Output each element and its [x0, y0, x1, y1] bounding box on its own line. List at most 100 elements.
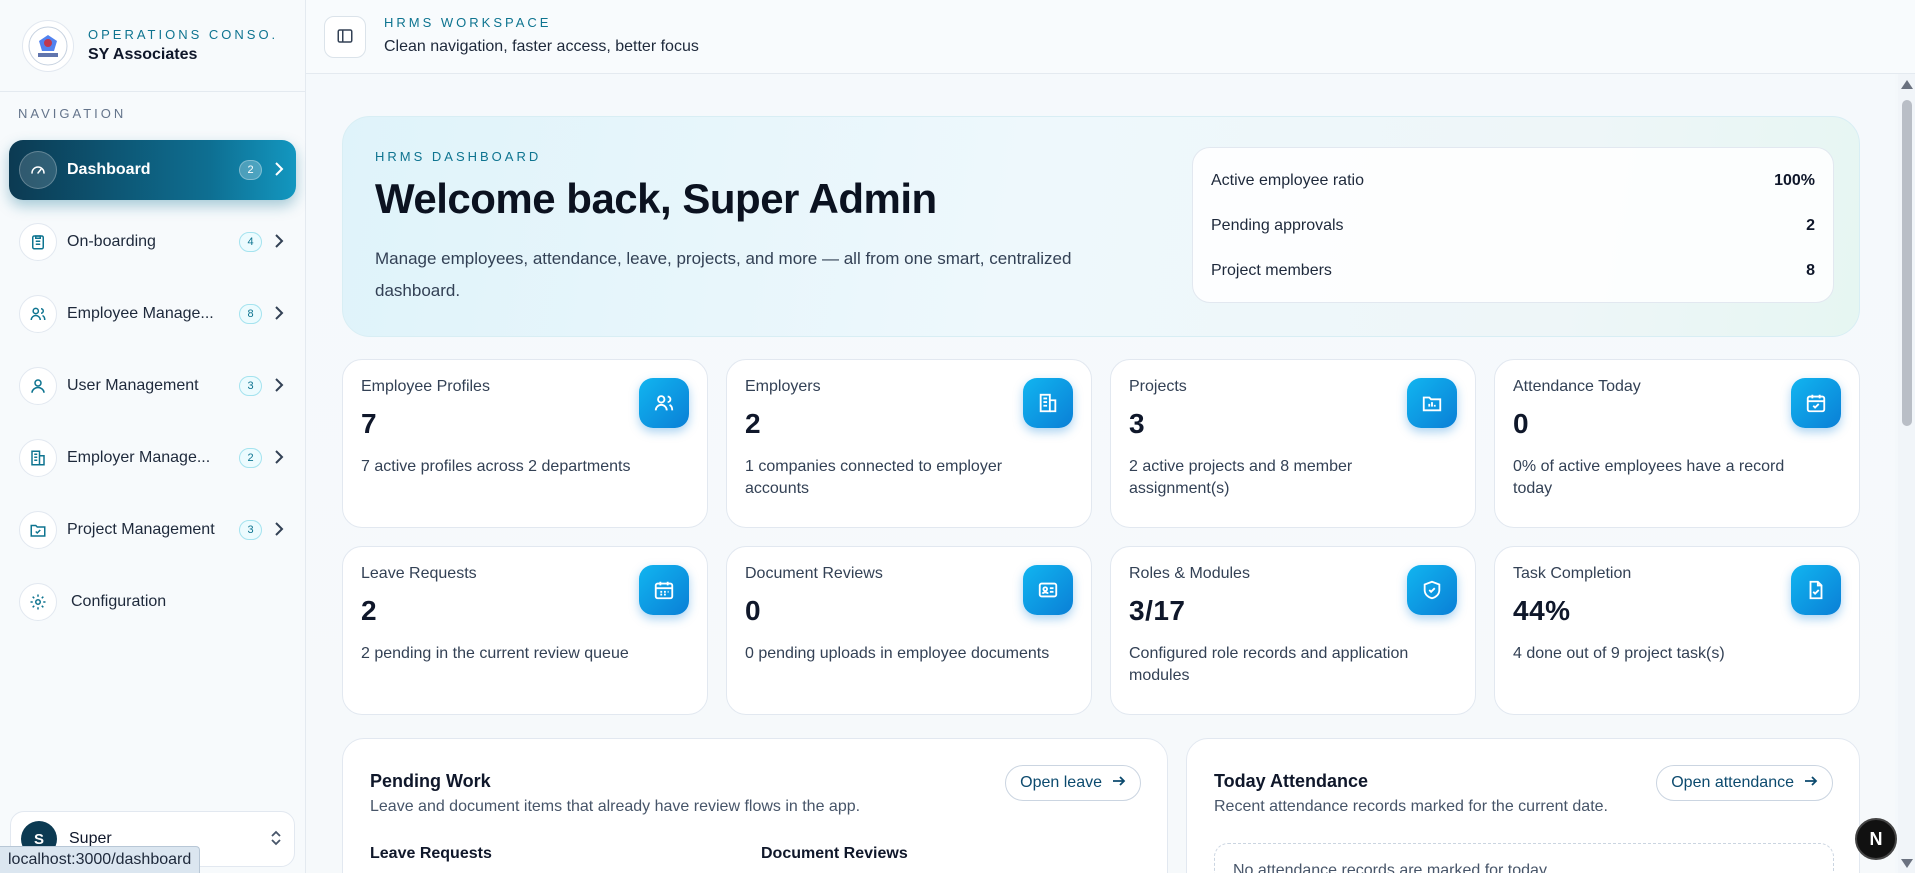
scrollbar-thumb[interactable] — [1902, 100, 1912, 426]
welcome-hero: HRMS DASHBOARD Welcome back, Super Admin… — [342, 116, 1860, 337]
stat-card-leave-requests[interactable]: Leave Requests 2 2 pending in the curren… — [342, 546, 708, 715]
hero-stat-label: Project members — [1211, 261, 1332, 279]
scroll-down-arrow-icon[interactable] — [1901, 859, 1913, 868]
chevron-right-icon — [274, 161, 284, 179]
count-badge: 8 — [239, 304, 262, 324]
hero-stat-value: 2 — [1806, 216, 1815, 234]
hero-stat-label: Pending approvals — [1211, 216, 1344, 234]
sidebar-item-label: User Management — [67, 377, 199, 394]
arrow-right-icon — [1804, 774, 1818, 792]
sidebar-panel-icon — [336, 27, 354, 48]
chevron-right-icon — [274, 521, 284, 539]
main-content: HRMS DASHBOARD Welcome back, Super Admin… — [306, 74, 1895, 873]
shield-check-icon — [1407, 565, 1457, 615]
sidebar-item-label: On-boarding — [67, 233, 156, 250]
file-check-icon — [1791, 565, 1841, 615]
folder-icon — [19, 511, 57, 549]
stat-card-employee-profiles[interactable]: Employee Profiles 7 7 active profiles ac… — [342, 359, 708, 528]
hero-description: Manage employees, attendance, leave, pro… — [375, 249, 1072, 300]
panel-title: Pending Work — [370, 771, 491, 791]
count-badge: 2 — [239, 160, 262, 180]
users-icon — [19, 295, 57, 333]
gear-icon — [19, 583, 57, 621]
brand-name: SY Associates — [88, 46, 198, 63]
page-title: Welcome back, Super Admin — [375, 175, 937, 222]
workspace-subtitle: Clean navigation, faster access, better … — [384, 38, 699, 55]
sidebar: OPERATIONS CONSO... SY Associates NAVIGA… — [0, 0, 306, 873]
sidebar-nav: Dashboard 2 On-boarding 4 Employee Manag… — [0, 140, 305, 632]
nav-section-label: NAVIGATION — [18, 106, 127, 121]
hero-kicker: HRMS DASHBOARD — [375, 149, 542, 164]
hero-stat-row: Pending approvals 2 — [1211, 203, 1815, 248]
sidebar-item-employee-management[interactable]: Employee Manage... 8 — [9, 284, 296, 344]
leave-requests-column-header: Leave Requests — [370, 845, 492, 862]
panel-subtitle: Recent attendance records marked for the… — [1214, 798, 1608, 815]
sidebar-toggle-button[interactable] — [324, 16, 366, 58]
sidebar-item-label: Employee Manage... — [67, 305, 214, 322]
calendar-check-icon — [1791, 378, 1841, 428]
document-reviews-column-header: Document Reviews — [761, 845, 908, 862]
empty-state-message: No attendance records are marked for tod… — [1214, 843, 1834, 873]
stat-card-attendance-today[interactable]: Attendance Today 0 0% of active employee… — [1494, 359, 1860, 528]
count-badge: 4 — [239, 232, 262, 252]
chevron-up-down-icon — [270, 830, 282, 849]
stat-card-task-completion[interactable]: Task Completion 44% 4 done out of 9 proj… — [1494, 546, 1860, 715]
stat-card-note: 2 pending in the current review queue — [361, 645, 629, 662]
clipboard-icon — [19, 223, 57, 261]
stat-card-note: 2 active projects and 8 member assignmen… — [1129, 458, 1353, 497]
sidebar-item-label: Employer Manage... — [67, 449, 211, 466]
id-card-icon — [1023, 565, 1073, 615]
dashboard-gauge-icon — [19, 151, 57, 189]
sidebar-item-dashboard[interactable]: Dashboard 2 — [9, 140, 296, 200]
hero-stat-row: Project members 8 — [1211, 248, 1815, 293]
browser-status-url: localhost:3000/dashboard — [0, 846, 201, 873]
stat-card-note: 7 active profiles across 2 departments — [361, 458, 631, 475]
sidebar-item-label: Dashboard — [67, 161, 151, 178]
nextjs-dev-badge[interactable]: N — [1855, 818, 1897, 860]
topbar: HRMS WORKSPACE Clean navigation, faster … — [306, 0, 1915, 74]
chevron-right-icon — [274, 449, 284, 467]
sidebar-item-employer-management[interactable]: Employer Manage... 2 — [9, 428, 296, 488]
stat-card-projects[interactable]: Projects 3 2 active projects and 8 membe… — [1110, 359, 1476, 528]
pending-work-panel: Pending Work Leave and document items th… — [342, 738, 1168, 873]
chevron-right-icon — [274, 305, 284, 323]
panel-title: Today Attendance — [1214, 771, 1369, 791]
stat-card-employers[interactable]: Employers 2 1 companies connected to emp… — [726, 359, 1092, 528]
stat-card-document-reviews[interactable]: Document Reviews 0 0 pending uploads in … — [726, 546, 1092, 715]
folder-icon — [1407, 378, 1457, 428]
sidebar-item-configuration[interactable]: Configuration — [9, 572, 296, 632]
panel-subtitle: Leave and document items that already ha… — [370, 798, 861, 815]
users-icon — [639, 378, 689, 428]
sidebar-item-project-management[interactable]: Project Management 3 — [9, 500, 296, 560]
hero-stat-value: 8 — [1806, 261, 1815, 279]
open-attendance-button[interactable]: Open attendance — [1656, 765, 1833, 801]
vertical-scrollbar[interactable] — [1898, 74, 1915, 873]
sidebar-item-user-management[interactable]: User Management 3 — [9, 356, 296, 416]
building-icon — [19, 439, 57, 477]
brand-kicker: OPERATIONS CONSO... — [88, 27, 278, 42]
user-icon — [19, 367, 57, 405]
hero-stat-value: 100% — [1774, 171, 1815, 189]
stat-card-note: 0 pending uploads in employee documents — [745, 645, 1050, 662]
sidebar-item-label: Project Management — [67, 521, 215, 538]
today-attendance-panel: Today Attendance Recent attendance recor… — [1186, 738, 1860, 873]
chevron-right-icon — [274, 377, 284, 395]
open-leave-button[interactable]: Open leave — [1005, 765, 1141, 801]
scroll-up-arrow-icon[interactable] — [1901, 80, 1913, 89]
count-badge: 3 — [239, 520, 262, 540]
count-badge: 2 — [239, 448, 262, 468]
button-label: Open leave — [1020, 774, 1102, 791]
stat-card-roles-modules[interactable]: Roles & Modules 3/17 Configured role rec… — [1110, 546, 1476, 715]
chevron-right-icon — [274, 233, 284, 251]
building-icon — [1023, 378, 1073, 428]
hero-stats-panel: Active employee ratio 100% Pending appro… — [1192, 147, 1834, 303]
workspace-kicker: HRMS WORKSPACE — [384, 15, 552, 30]
count-badge: 3 — [239, 376, 262, 396]
hero-stat-row: Active employee ratio 100% — [1211, 158, 1815, 203]
calendar-icon — [639, 565, 689, 615]
sidebar-item-onboarding[interactable]: On-boarding 4 — [9, 212, 296, 272]
brand-header[interactable]: OPERATIONS CONSO... SY Associates — [0, 0, 305, 92]
hero-stat-label: Active employee ratio — [1211, 171, 1364, 189]
company-logo — [22, 19, 74, 72]
stat-card-note: 4 done out of 9 project task(s) — [1513, 645, 1725, 662]
